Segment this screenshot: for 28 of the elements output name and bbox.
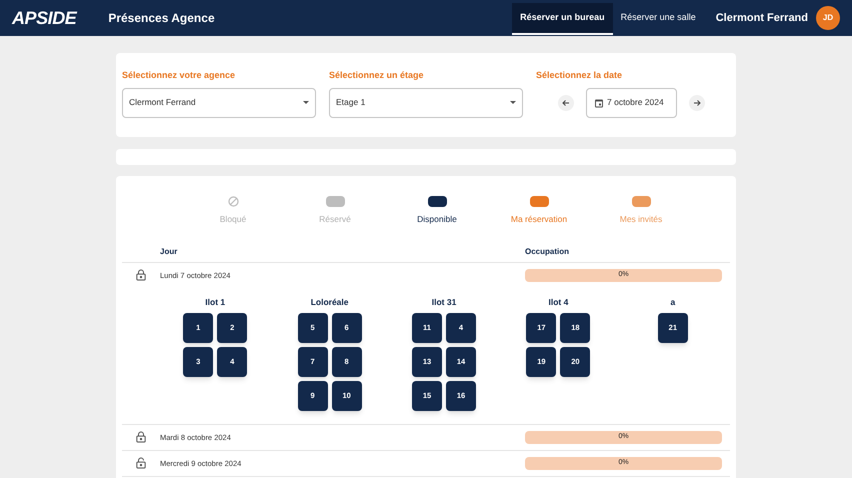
column-header: Jour — [160, 246, 178, 258]
island-name: Loloréale — [310, 296, 348, 308]
filter-label: Sélectionnez un étage — [329, 69, 425, 82]
nav-tab[interactable]: Réserver un bureau — [512, 2, 613, 34]
arrow-right-icon[interactable] — [689, 94, 705, 110]
legend-label: Disponible — [417, 213, 457, 226]
column-header: Occupation — [525, 246, 570, 258]
island-name: Ilot 4 — [548, 296, 568, 308]
island-name: a — [670, 296, 676, 308]
logo: APSIDE — [12, 6, 76, 30]
nav-tab[interactable]: Réserver une salle — [612, 2, 704, 34]
arrow-left-icon[interactable] — [558, 94, 574, 110]
select-field[interactable]: Etage 1 — [329, 88, 523, 118]
legend-label: Mes invités — [620, 213, 662, 226]
island-name: Ilot 1 — [205, 296, 226, 308]
filter-label: Sélectionnez la date — [536, 69, 624, 82]
app-title: Présences Agence — [108, 10, 215, 27]
legend-label: Réservé — [319, 213, 351, 226]
dropdown-caret-icon — [303, 101, 309, 104]
dropdown-caret-icon — [510, 101, 516, 104]
select-field[interactable]: Clermont Ferrand — [122, 88, 316, 118]
date-field[interactable]: 7 octobre 2024 — [586, 88, 677, 118]
island-name: Ilot 31 — [432, 296, 456, 308]
legend-label: Bloqué — [220, 213, 246, 226]
legend-label: Ma réservation — [510, 213, 568, 226]
user-location: Clermont Ferrand — [716, 10, 808, 26]
calendar-icon — [594, 98, 604, 108]
filter-label: Sélectionnez votre agence — [122, 69, 236, 82]
